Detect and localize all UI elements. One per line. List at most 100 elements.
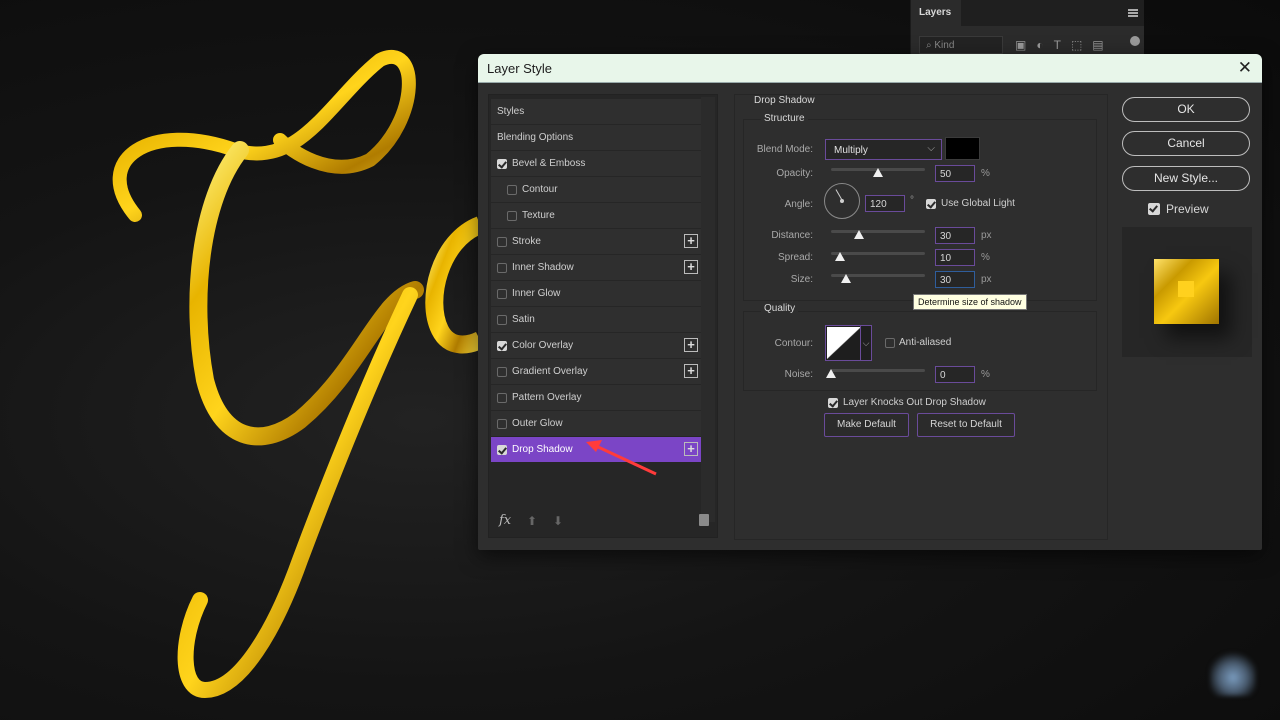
panel-menu-icon[interactable] [1128,9,1138,17]
style-checkbox[interactable] [497,288,507,299]
tab-layers[interactable]: Layers [911,0,961,27]
chevron-down-icon[interactable]: ⌵ [860,326,871,360]
style-item-stroke[interactable]: Stroke + [491,229,701,254]
add-effect-icon[interactable]: + [684,260,698,274]
style-checkbox[interactable] [497,340,507,351]
layer-filter-icons: ▣ ◐ T ⬚ ▤ [1015,38,1104,52]
spread-input[interactable]: 10 [935,249,975,266]
style-item-label: Styles [497,106,525,117]
layer-knocks-out-checkbox[interactable] [828,398,838,408]
use-global-light-checkbox[interactable] [926,199,936,209]
add-effect-icon[interactable]: + [684,338,698,352]
contour-label: Contour: [774,338,813,349]
anti-aliased-checkbox[interactable] [885,338,895,348]
style-item-label: Blending Options [497,132,574,143]
make-default-button[interactable]: Make Default [824,413,909,437]
add-effect-icon[interactable]: + [684,442,698,456]
distance-slider[interactable] [831,230,925,239]
size-slider-thumb[interactable] [841,274,852,283]
style-item-pattern-overlay[interactable]: Pattern Overlay [491,385,701,410]
layers-panel: Layers ⌕ Kind ▣ ◐ T ⬚ ▤ [910,0,1144,56]
styles-scrollbar[interactable] [701,97,715,522]
style-item-styles[interactable]: Styles [491,99,701,124]
dialog-title: Layer Style [487,61,553,76]
anti-aliased-label: Anti-aliased [899,337,952,348]
reset-to-default-button[interactable]: Reset to Default [917,413,1015,437]
distance-input[interactable]: 30 [935,227,975,244]
distance-slider-thumb[interactable] [854,230,865,239]
add-effect-icon[interactable]: + [684,364,698,378]
style-checkbox[interactable] [507,210,517,221]
move-down-icon[interactable]: ⬇ [553,514,563,528]
style-item-label: Color Overlay [512,340,574,351]
size-slider[interactable] [831,274,925,283]
distance-label: Distance: [771,230,813,241]
style-item-bevel-emboss[interactable]: Bevel & Emboss [491,151,701,176]
style-checkbox[interactable] [497,158,507,169]
style-item-label: Satin [512,314,535,325]
contour-picker[interactable]: ⌵ [825,325,872,361]
style-item-inner-shadow[interactable]: Inner Shadow + [491,255,701,280]
spread-slider[interactable] [831,252,925,261]
shape-filter-icon[interactable]: ⬚ [1071,38,1082,52]
noise-slider[interactable] [826,369,925,378]
fx-icon[interactable]: fx [499,513,511,528]
noise-input[interactable]: 0 [935,366,975,383]
contour-swatch [827,327,861,359]
spread-slider-thumb[interactable] [835,252,846,261]
ok-button[interactable]: OK [1122,97,1250,122]
style-checkbox[interactable] [507,184,517,195]
blend-mode-label: Blend Mode: [756,144,813,155]
opacity-slider[interactable] [831,168,925,177]
smart-object-filter-icon[interactable]: ▤ [1092,38,1103,52]
close-icon[interactable]: ✕ [1238,59,1252,76]
style-item-gradient-overlay[interactable]: Gradient Overlay + [491,359,701,384]
style-checkbox[interactable] [497,444,507,455]
angle-center [840,199,844,203]
style-item-outer-glow[interactable]: Outer Glow [491,411,701,436]
angle-dial[interactable] [824,183,860,219]
noise-unit: % [981,369,990,380]
letter-g [112,50,424,699]
style-checkbox[interactable] [497,418,507,429]
style-item-inner-glow[interactable]: Inner Glow [491,281,701,306]
style-checkbox[interactable] [497,314,507,325]
style-item-label: Outer Glow [512,418,563,429]
filter-toggle[interactable] [1130,36,1140,46]
chevron-down-icon: ⌵ [927,143,935,154]
style-item-label: Texture [522,210,555,221]
adjustment-filter-icon[interactable]: ◐ [1036,38,1043,52]
preview-label: Preview [1166,202,1209,216]
style-item-texture[interactable]: Texture [491,203,701,228]
noise-slider-thumb[interactable] [826,369,836,378]
image-filter-icon[interactable]: ▣ [1015,38,1026,52]
section-title: Drop Shadow [751,95,818,106]
opacity-slider-thumb[interactable] [873,168,883,177]
add-effect-icon[interactable]: + [684,234,698,248]
style-item-color-overlay[interactable]: Color Overlay + [491,333,701,358]
cancel-button[interactable]: Cancel [1122,131,1250,156]
kind-filter-select[interactable]: ⌕ Kind [919,36,1003,54]
style-checkbox[interactable] [497,236,507,247]
angle-input[interactable]: 120 [865,195,905,212]
new-style-button[interactable]: New Style... [1122,166,1250,191]
style-checkbox[interactable] [497,262,507,273]
style-checkbox[interactable] [497,392,507,403]
style-item-blending-options[interactable]: Blending Options [491,125,701,150]
opacity-label: Opacity: [776,168,813,179]
type-filter-icon[interactable]: T [1054,38,1061,52]
style-item-contour[interactable]: Contour [491,177,701,202]
blend-mode-select[interactable]: Multiply ⌵ [825,139,942,160]
preview-checkbox[interactable] [1148,203,1160,215]
dialog-titlebar[interactable]: Layer Style ✕ [478,54,1262,83]
style-item-satin[interactable]: Satin [491,307,701,332]
size-input[interactable]: 30 [935,271,975,288]
noise-label: Noise: [784,369,813,380]
style-item-label: Pattern Overlay [512,392,582,403]
opacity-input[interactable]: 50 [935,165,975,182]
trash-icon[interactable] [699,514,709,526]
shadow-color-swatch[interactable] [945,137,980,160]
move-up-icon[interactable]: ⬆ [527,514,537,528]
size-label: Size: [790,274,813,285]
style-checkbox[interactable] [497,366,507,377]
